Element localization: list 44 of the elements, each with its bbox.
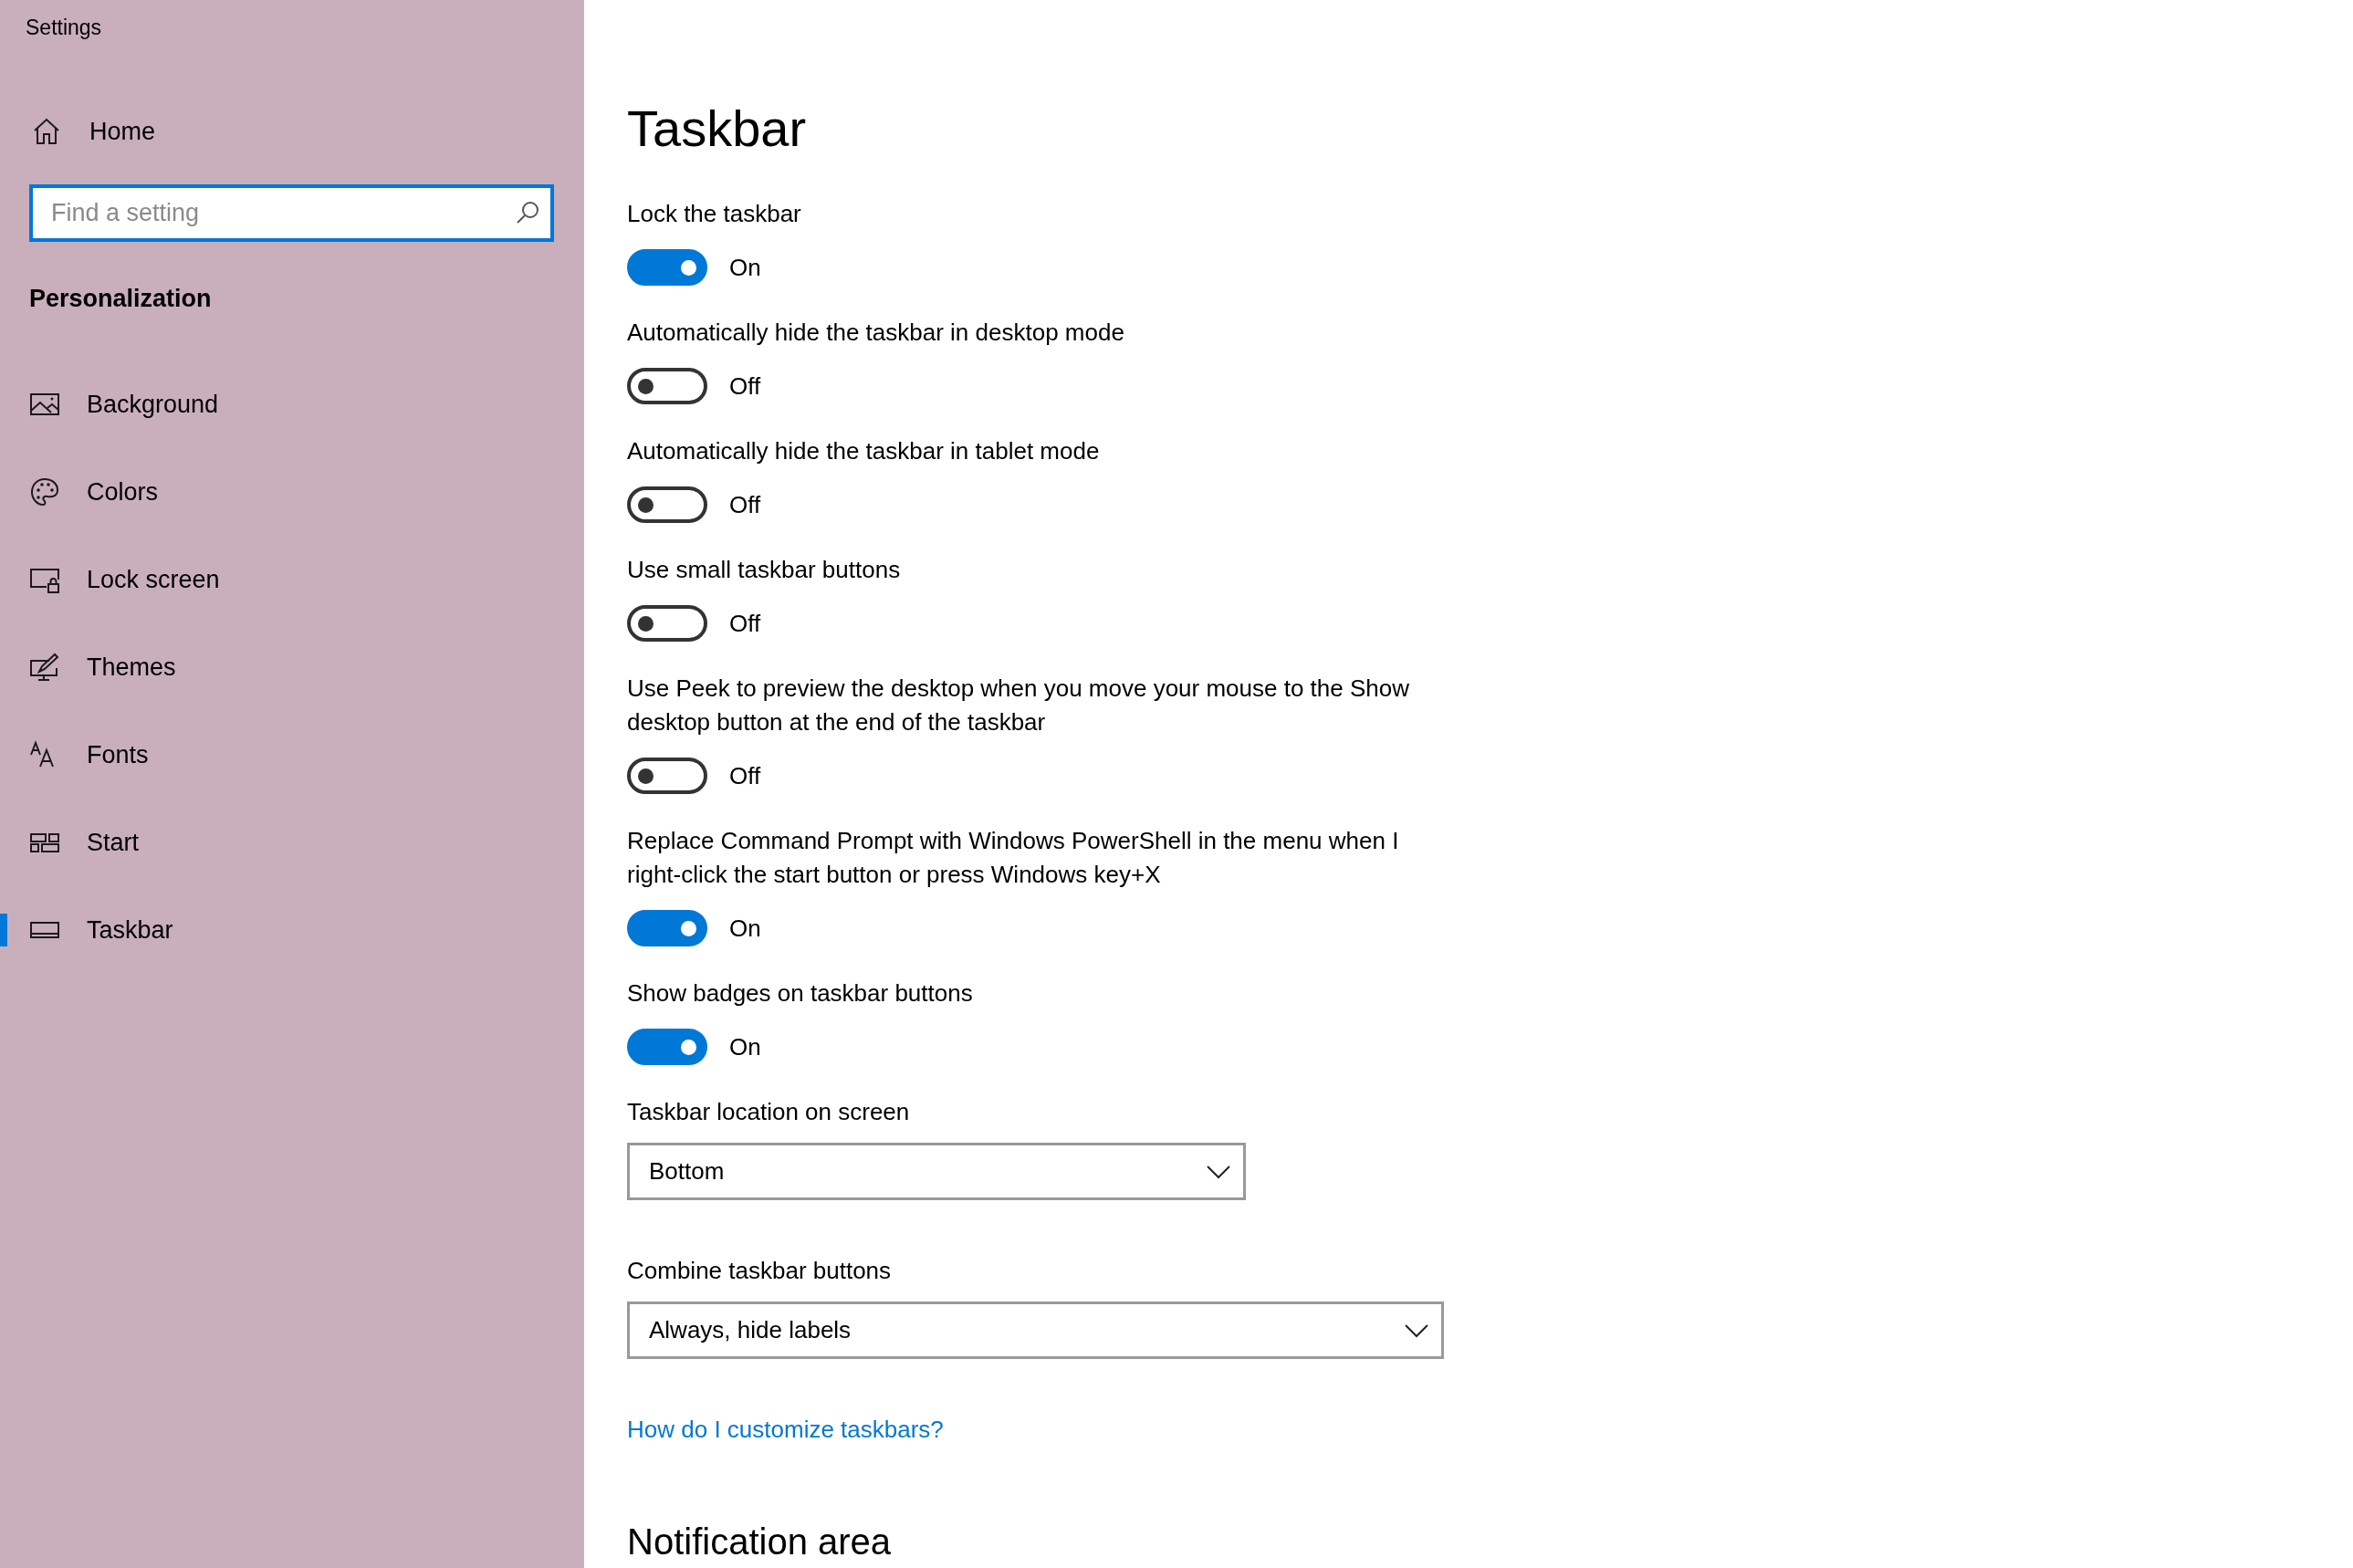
monitor-brush-icon: [29, 652, 60, 683]
setting-label: Show badges on taskbar buttons: [627, 978, 974, 1009]
toggle-state: Off: [729, 490, 761, 519]
setting-label: Automatically hide the taskbar in tablet mode: [627, 436, 1101, 466]
setting-label: Use small taskbar buttons: [627, 555, 902, 585]
section-heading: Personalization: [29, 284, 213, 314]
toggle-switch[interactable]: [627, 486, 707, 523]
help-link[interactable]: How do I customize taskbars?: [627, 1413, 944, 1446]
toggle-state: On: [729, 1032, 761, 1061]
setting-label: Taskbar location on screen: [627, 1097, 911, 1127]
nav-item[interactable]: Start: [0, 799, 584, 886]
nav-item[interactable]: Background: [0, 361, 584, 448]
toggle-switch[interactable]: [627, 605, 707, 642]
dropdown[interactable]: Always, hide labels: [627, 1301, 1444, 1359]
dropdown[interactable]: Bottom: [627, 1143, 1246, 1200]
nav-item[interactable]: Themes: [0, 623, 584, 711]
toggle-state: Off: [729, 371, 761, 401]
toggle-state: Off: [729, 761, 761, 790]
section-heading: Notification area: [627, 1521, 893, 1563]
page-title: Taskbar: [627, 99, 808, 159]
home-link[interactable]: Home: [31, 113, 584, 150]
toggle-switch[interactable]: [627, 910, 707, 946]
nav-item[interactable]: Lock screen: [0, 536, 584, 623]
toggle-switch[interactable]: [627, 249, 707, 286]
setting-label: Automatically hide the taskbar in desktop mode: [627, 318, 1125, 348]
nav-item[interactable]: Fonts: [0, 711, 584, 799]
toggle-switch[interactable]: [627, 1029, 707, 1065]
chevron-down-icon: [1405, 1322, 1428, 1338]
setting-label: Lock the taskbar: [627, 199, 802, 229]
setting-label: Combine taskbar buttons: [627, 1256, 893, 1286]
search-icon[interactable]: [516, 201, 539, 225]
search-field[interactable]: Find a setting: [29, 184, 554, 242]
window-title: Settings: [25, 15, 103, 40]
nav-item[interactable]: Taskbar: [0, 886, 584, 974]
setting-label: Use Peek to preview the desktop when you move your mouse to the Show desktop button at the end of the taskbar: [627, 674, 1411, 737]
toggle-switch[interactable]: [627, 758, 707, 794]
palette-icon: [29, 476, 60, 507]
toggle-state: On: [729, 253, 761, 282]
setting-label: Replace Command Prompt with Windows PowerShell in the menu when I right-click the start button or press Windows key+X: [627, 826, 1400, 890]
toggle-switch[interactable]: [627, 368, 707, 404]
toggle-state: Off: [729, 609, 761, 638]
chevron-down-icon: [1207, 1164, 1230, 1179]
nav-item[interactable]: Colors: [0, 448, 584, 536]
toggle-state: On: [729, 914, 761, 943]
